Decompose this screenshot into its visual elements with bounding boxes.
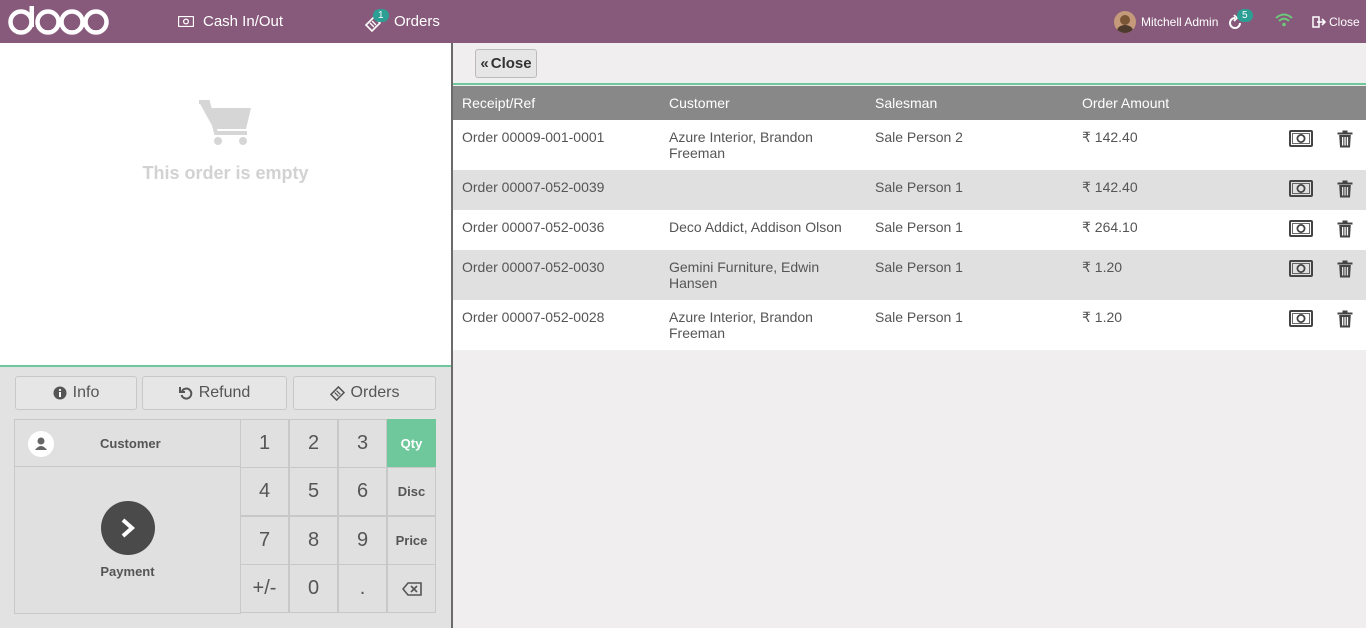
column-header-receipt: Receipt/Ref — [462, 95, 536, 111]
payment-label: Payment — [100, 564, 155, 579]
top-bar: Cash In/Out 1 Orders Mitchell Admin 5 Cl… — [0, 0, 1366, 43]
close-session-button[interactable]: Close — [1312, 0, 1360, 43]
numpad-key-0[interactable]: 0 — [289, 564, 338, 613]
customer-name: Gemini Furniture, Edwin Hansen — [669, 259, 820, 291]
odoo-logo — [8, 6, 109, 35]
payment-circle — [101, 501, 155, 555]
info-icon — [53, 386, 67, 400]
info-button[interactable]: Info — [15, 376, 137, 410]
shopping-cart-icon — [199, 100, 251, 145]
undo-icon — [178, 387, 192, 400]
money-icon[interactable] — [1289, 310, 1313, 327]
salesman: Sale Person 2 — [875, 129, 963, 145]
order-amount: ₹ 142.40 — [1082, 179, 1138, 195]
numpad-key-7[interactable]: 7 — [240, 516, 289, 565]
salesman: Sale Person 1 — [875, 309, 963, 325]
numpad-key-4[interactable]: 4 — [240, 467, 289, 516]
trash-icon[interactable] — [1337, 180, 1353, 198]
numpad-mode-disc[interactable]: Disc — [387, 467, 436, 516]
order-summary: This order is empty — [0, 43, 451, 367]
receipt-ref: Order 00009-001-0001 — [462, 129, 605, 145]
left-pane: This order is empty Info Refund Orders C… — [0, 43, 451, 628]
info-label: Info — [72, 384, 100, 401]
numpad-key-2[interactable]: 2 — [289, 419, 338, 468]
customer-label: Customer — [100, 436, 161, 451]
orders-label: Orders — [350, 384, 400, 401]
customer-name: Azure Interior, Brandon Freeman — [669, 309, 813, 341]
numpad-mode-qty[interactable]: Qty — [387, 419, 436, 468]
receipt-ref: Order 00007-052-0036 — [462, 219, 605, 235]
trash-icon[interactable] — [1337, 260, 1353, 278]
column-header-customer: Customer — [669, 95, 730, 111]
double-chevron-left-icon: « — [480, 55, 489, 72]
user-avatar — [1114, 10, 1136, 33]
customer-name: Azure Interior, Brandon Freeman — [669, 129, 813, 161]
payment-button[interactable]: Payment — [14, 466, 241, 614]
table-row[interactable]: Order 00007-052-0028 Azure Interior, Bra… — [453, 300, 1366, 350]
trash-icon[interactable] — [1337, 310, 1353, 328]
orders-table-header: Receipt/Ref Customer Salesman Order Amou… — [453, 86, 1366, 120]
money-icon[interactable] — [1289, 130, 1313, 147]
order-amount: ₹ 264.10 — [1082, 219, 1138, 235]
close-session-label: Close — [1329, 14, 1360, 29]
salesman: Sale Person 1 — [875, 179, 963, 195]
numpad-backspace-button[interactable] — [387, 564, 436, 613]
numpad-key-5[interactable]: 5 — [289, 467, 338, 516]
table-row[interactable]: Order 00007-052-0036 Deco Addict, Addiso… — [453, 210, 1366, 250]
receipt-ref: Order 00007-052-0039 — [462, 179, 605, 195]
chevron-right-icon — [121, 518, 136, 538]
wifi-icon — [1275, 13, 1293, 27]
trash-icon[interactable] — [1337, 130, 1353, 148]
numpad-key-1[interactable]: 1 — [240, 419, 289, 468]
sign-out-icon — [1312, 15, 1326, 28]
refund-label: Refund — [198, 384, 251, 401]
table-row[interactable]: Order 00007-052-0039 Sale Person 1 ₹ 142… — [453, 170, 1366, 210]
money-icon[interactable] — [1289, 260, 1313, 277]
receipt-ref: Order 00007-052-0028 — [462, 309, 605, 325]
user-icon — [35, 437, 47, 450]
column-header-order-amount: Order Amount — [1082, 95, 1170, 111]
orders-count-badge: 1 — [373, 8, 389, 22]
close-ticket-screen-button[interactable]: « Close — [475, 49, 537, 78]
close-ticket-screen-label: Close — [490, 55, 532, 72]
salesman: Sale Person 1 — [875, 219, 963, 235]
numpad-key-6[interactable]: 6 — [338, 467, 387, 516]
sync-count-badge: 5 — [1237, 9, 1253, 22]
empty-order-message: This order is empty — [142, 163, 309, 183]
customer-name: Deco Addict, Addison Olson — [669, 219, 842, 235]
orders-nav-button[interactable]: 1 Orders — [364, 0, 440, 43]
set-customer-button[interactable]: Customer — [14, 419, 241, 467]
order-amount: ₹ 142.40 — [1082, 129, 1138, 145]
column-header-salesman: Salesman — [875, 95, 938, 111]
cash-in-out-button[interactable]: Cash In/Out — [178, 0, 283, 43]
ticket-screen: « Close Receipt/Ref Customer Salesman Or… — [453, 43, 1366, 628]
money-icon — [178, 16, 194, 27]
numpad-key-3[interactable]: 3 — [338, 419, 387, 468]
user-name: Mitchell Admin — [1141, 14, 1219, 29]
customer-avatar — [28, 431, 54, 457]
table-row[interactable]: Order 00007-052-0030 Gemini Furniture, E… — [453, 250, 1366, 300]
trash-icon[interactable] — [1337, 220, 1353, 238]
money-icon[interactable] — [1289, 220, 1313, 237]
backspace-icon — [401, 581, 422, 596]
table-row[interactable]: Order 00009-001-0001 Azure Interior, Bra… — [453, 120, 1366, 170]
user-menu[interactable]: Mitchell Admin — [1114, 0, 1218, 43]
numpad-key-9[interactable]: 9 — [338, 516, 387, 565]
numpad-key-8[interactable]: 8 — [289, 516, 338, 565]
orders-nav-label: Orders — [394, 13, 440, 30]
orders-button[interactable]: Orders — [293, 376, 436, 410]
refund-button[interactable]: Refund — [142, 376, 287, 410]
numpad-mode-price[interactable]: Price — [387, 516, 436, 565]
order-amount: ₹ 1.20 — [1082, 259, 1123, 275]
salesman: Sale Person 1 — [875, 259, 963, 275]
order-amount: ₹ 1.20 — [1082, 309, 1123, 325]
sync-status[interactable]: 5 — [1226, 9, 1253, 34]
cash-in-out-label: Cash In/Out — [203, 13, 284, 30]
numpad-key-decimal[interactable]: . — [338, 564, 387, 613]
numpad-key-plus-minus[interactable]: +/- — [240, 564, 289, 613]
ticket-icon — [329, 385, 345, 401]
receipt-ref: Order 00007-052-0030 — [462, 259, 605, 275]
ticket-controls: « Close — [453, 43, 1366, 85]
money-icon[interactable] — [1289, 180, 1313, 197]
